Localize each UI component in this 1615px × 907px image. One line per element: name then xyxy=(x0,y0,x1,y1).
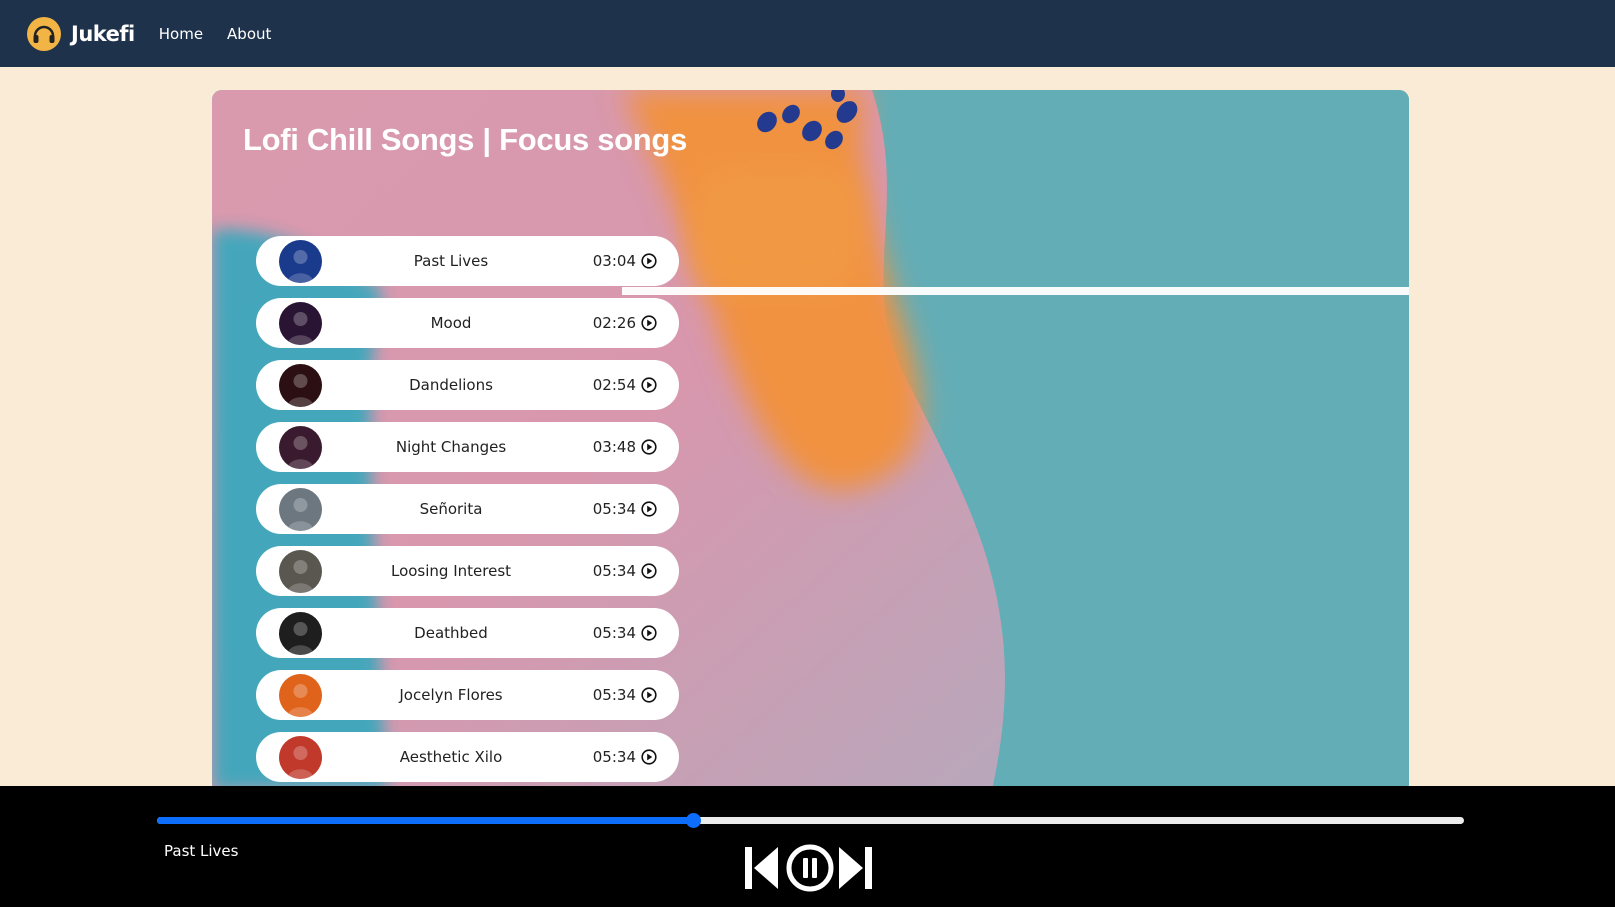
playlist-hero: Lofi Chill Songs | Focus songs Past Live… xyxy=(212,90,1409,790)
play-circle-icon[interactable] xyxy=(641,625,657,641)
song-duration: 02:26 xyxy=(592,314,636,332)
song-title: Señorita xyxy=(419,500,483,518)
play-circle-icon[interactable] xyxy=(641,563,657,579)
play-circle-icon[interactable] xyxy=(641,749,657,765)
song-row-1[interactable]: Past Lives 03:04 xyxy=(256,236,679,286)
song-row-4[interactable]: Night Changes 03:48 xyxy=(256,422,679,472)
song-title: Jocelyn Flores xyxy=(399,686,503,704)
song-row-6[interactable]: Loosing Interest 05:34 xyxy=(256,546,679,596)
album-art-thumbnail xyxy=(279,302,322,345)
song-row-7[interactable]: Deathbed 05:34 xyxy=(256,608,679,658)
song-row-3[interactable]: Dandelions 02:54 xyxy=(256,360,679,410)
song-title: Dandelions xyxy=(409,376,493,394)
play-circle-icon[interactable] xyxy=(641,315,657,331)
song-duration: 05:34 xyxy=(592,624,636,642)
song-title: Deathbed xyxy=(414,624,488,642)
song-row-5[interactable]: Señorita 05:34 xyxy=(256,484,679,534)
nav-link-home[interactable]: Home xyxy=(159,25,203,43)
song-duration: 03:48 xyxy=(592,438,636,456)
album-art-thumbnail xyxy=(279,364,322,407)
song-duration: 03:04 xyxy=(592,252,636,270)
song-duration: 05:34 xyxy=(592,686,636,704)
previous-track-icon[interactable] xyxy=(745,845,779,891)
play-circle-icon[interactable] xyxy=(641,687,657,703)
song-title: Aesthetic Xilo xyxy=(399,748,503,766)
song-row-9[interactable]: Aesthetic Xilo 05:34 xyxy=(256,732,679,782)
now-playing-title: Past Lives xyxy=(164,842,239,860)
song-title: Mood xyxy=(430,314,472,332)
song-duration: 05:34 xyxy=(592,500,636,518)
song-row-2[interactable]: Mood 02:26 xyxy=(256,298,679,348)
song-duration: 02:54 xyxy=(592,376,636,394)
play-circle-icon[interactable] xyxy=(641,253,657,269)
song-duration: 05:34 xyxy=(592,562,636,580)
progress-handle[interactable] xyxy=(685,813,701,828)
play-circle-icon[interactable] xyxy=(641,439,657,455)
nav-link-about[interactable]: About xyxy=(227,25,271,43)
navbar: Jukefi Home About xyxy=(0,0,1615,67)
album-art-thumbnail xyxy=(279,736,322,779)
playlist-title: Lofi Chill Songs | Focus songs xyxy=(243,122,688,157)
song-title: Night Changes xyxy=(395,438,507,456)
song-row-8[interactable]: Jocelyn Flores 05:34 xyxy=(256,670,679,720)
album-art-thumbnail xyxy=(279,674,322,717)
album-art-thumbnail xyxy=(279,488,322,531)
progress-slider[interactable] xyxy=(157,813,1464,828)
album-art-thumbnail xyxy=(279,550,322,593)
brand-name[interactable]: Jukefi xyxy=(71,22,135,46)
album-art-thumbnail xyxy=(279,240,322,283)
play-circle-icon[interactable] xyxy=(641,501,657,517)
next-track-icon[interactable] xyxy=(838,845,872,891)
headphones-logo-icon[interactable] xyxy=(27,16,61,51)
album-art-thumbnail xyxy=(279,612,322,655)
progress-fill xyxy=(157,817,693,824)
player-bar: Past Lives xyxy=(0,786,1615,907)
playback-controls xyxy=(745,842,872,894)
pause-circle-icon[interactable] xyxy=(784,842,836,894)
play-circle-icon[interactable] xyxy=(641,377,657,393)
song-duration: 05:34 xyxy=(592,748,636,766)
song-title: Loosing Interest xyxy=(390,562,512,580)
album-art-thumbnail xyxy=(279,426,322,469)
song-list: Past Lives 03:04 Mood 02:26 Dandelions 0… xyxy=(256,236,679,790)
song-title: Past Lives xyxy=(413,252,489,270)
